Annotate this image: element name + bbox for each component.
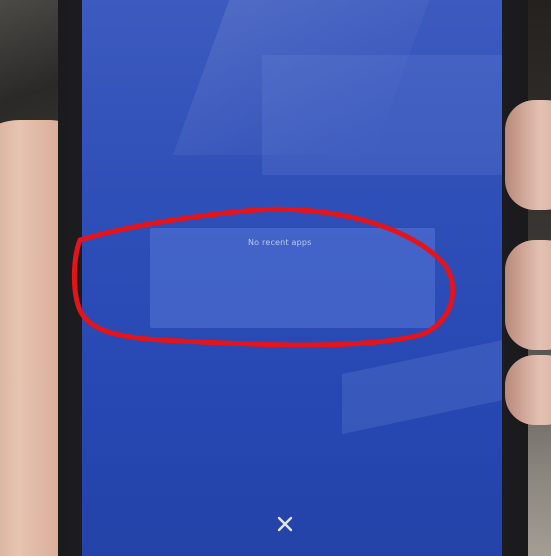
photo-scene: No recent apps — [0, 0, 551, 556]
holding-finger — [505, 240, 551, 350]
clear-all-button[interactable] — [270, 509, 300, 539]
screen-reflection — [262, 55, 502, 175]
screen-reflection — [342, 335, 502, 435]
holding-finger — [505, 100, 551, 210]
close-icon — [277, 516, 293, 532]
empty-recents-message: No recent apps — [248, 238, 312, 247]
holding-finger — [505, 355, 551, 425]
